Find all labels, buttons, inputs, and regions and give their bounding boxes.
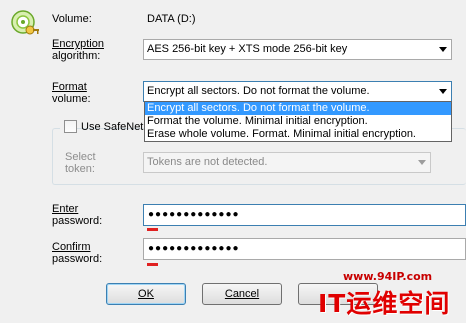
disk-encryption-icon bbox=[11, 10, 39, 35]
ok-button[interactable]: OK bbox=[106, 283, 186, 305]
chevron-down-icon bbox=[439, 89, 447, 94]
confirm-password-label: Confirm password: bbox=[52, 241, 103, 265]
select-token-label: Select token: bbox=[65, 151, 96, 175]
format-option-erase-whole[interactable]: Erase whole volume. Format. Minimal init… bbox=[145, 128, 451, 141]
confirm-strength-bar bbox=[147, 263, 158, 266]
password-strength-bar bbox=[147, 228, 158, 231]
format-volume-dropdown: Encrypt all sectors. Do not format the v… bbox=[144, 101, 452, 142]
cancel-button[interactable]: Cancel bbox=[202, 283, 282, 305]
confirm-password-field[interactable]: ●●●●●●●●●●●●● bbox=[143, 238, 466, 260]
safenet-checkbox-label: Use SafeNet bbox=[81, 121, 144, 133]
watermark-brand: IT运维空间 bbox=[318, 289, 451, 318]
encryption-algorithm-label: Encryption algorithm: bbox=[52, 38, 104, 62]
enter-password-label: Enter password: bbox=[52, 203, 103, 227]
ok-button-label: OK bbox=[138, 288, 154, 300]
encryption-algorithm-select[interactable]: AES 256-bit key + XTS mode 256-bit key bbox=[143, 39, 452, 60]
format-option-format-volume[interactable]: Format the volume. Minimal initial encry… bbox=[145, 115, 451, 128]
format-volume-select[interactable]: Encrypt all sectors. Do not format the v… bbox=[143, 81, 452, 102]
volume-label: Volume: bbox=[52, 13, 92, 25]
enter-password-field[interactable]: ●●●●●●●●●●●●● bbox=[143, 204, 466, 226]
safenet-checkbox-row[interactable]: Use SafeNet bbox=[60, 120, 143, 134]
volume-value: DATA (D:) bbox=[147, 13, 196, 25]
safenet-checkbox[interactable] bbox=[64, 120, 77, 133]
chevron-down-icon bbox=[439, 47, 447, 52]
format-option-encrypt-all[interactable]: Encrypt all sectors. Do not format the v… bbox=[145, 102, 451, 115]
format-volume-label: Format volume: bbox=[52, 81, 91, 105]
watermark-url: www.94IP.com bbox=[343, 270, 433, 283]
chevron-down-icon bbox=[418, 160, 426, 165]
token-select[interactable]: Tokens are not detected. bbox=[143, 152, 431, 173]
cancel-button-label: Cancel bbox=[224, 288, 260, 300]
